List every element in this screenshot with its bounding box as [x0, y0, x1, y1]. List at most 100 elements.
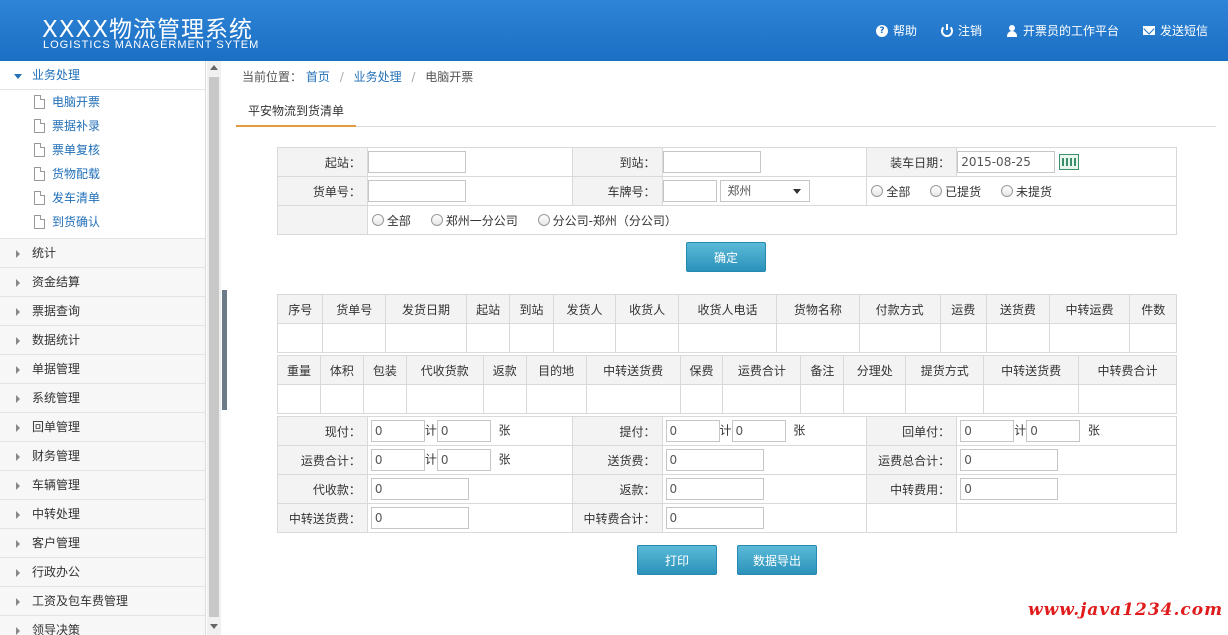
submenu-item[interactable]: 票据补录	[0, 114, 205, 138]
document-icon	[34, 143, 45, 157]
cash-pay-count-input[interactable]: 0	[436, 420, 491, 442]
company-all-radio[interactable]	[371, 214, 384, 226]
document-icon	[34, 119, 45, 133]
pickup-pay-count-input[interactable]: 0	[731, 420, 786, 442]
submenu-item[interactable]: 货物配载	[0, 162, 205, 186]
caret-right-icon	[16, 569, 20, 577]
submenu-item[interactable]: 电脑开票	[0, 90, 205, 114]
caret-right-icon	[16, 598, 20, 606]
print-button[interactable]: 打印	[637, 545, 717, 575]
confirm-button[interactable]: 确定	[686, 242, 766, 272]
cash-pay-amount-input[interactable]: 0	[370, 420, 425, 442]
menu-item[interactable]: 中转处理	[0, 500, 205, 529]
bill-no-input[interactable]	[367, 180, 466, 202]
menu-item[interactable]: 领导决策	[0, 616, 205, 635]
start-station-input[interactable]	[367, 151, 466, 173]
menu-item[interactable]: 资金结算	[0, 268, 205, 297]
panel-splitter[interactable]	[222, 290, 227, 410]
dest-station-input[interactable]	[662, 151, 761, 173]
receipt-pay-count-input[interactable]: 0	[1026, 420, 1081, 442]
submenu-item[interactable]: 票单复核	[0, 138, 205, 162]
pickup-pay-amount-input[interactable]: 0	[665, 420, 720, 442]
help-icon: ?	[875, 24, 888, 37]
document-icon	[34, 167, 45, 181]
waybill-table-1: 序号 货单号 发货日期 起站 到站 发货人 收货人 收货人电话 货物名称 付款方…	[276, 294, 1177, 353]
table-row	[277, 384, 1177, 414]
pickup-done-radio[interactable]	[930, 185, 943, 197]
scroll-down-icon[interactable]	[210, 624, 218, 629]
scroll-up-icon[interactable]	[210, 65, 218, 70]
filter-form: 起站： 到站： 装车日期： 2015-08-25 货单号： 车牌号： 郑州 全部…	[277, 147, 1178, 235]
plate-input[interactable]	[662, 180, 717, 202]
menu-item[interactable]: 客户管理	[0, 529, 205, 558]
workbench-link[interactable]: 开票员的工作平台	[1006, 22, 1119, 39]
menu-item[interactable]: 单据管理	[0, 355, 205, 384]
company-zz1-radio[interactable]	[430, 214, 443, 226]
help-link[interactable]: ? 帮助	[875, 22, 917, 39]
caret-right-icon	[16, 337, 20, 345]
caret-down-icon	[14, 74, 22, 79]
breadcrumb-current: 电脑开票	[425, 70, 474, 84]
freight-grand-total-input[interactable]: 0	[960, 449, 1059, 471]
watermark: www.java1234.com	[1028, 600, 1224, 620]
transfer-fee-total-input[interactable]: 0	[665, 507, 764, 529]
caret-right-icon	[16, 511, 20, 519]
menu-item[interactable]: 财务管理	[0, 442, 205, 471]
menu-item[interactable]: 行政办公	[0, 558, 205, 587]
send-sms-link[interactable]: 发送短信	[1142, 22, 1208, 39]
document-icon	[34, 215, 45, 229]
menu-item[interactable]: 车辆管理	[0, 471, 205, 500]
document-icon	[34, 191, 45, 205]
refund-input[interactable]: 0	[665, 478, 764, 500]
freight-total-amount-input[interactable]: 0	[370, 449, 425, 471]
plate-region-select[interactable]: 郑州	[720, 180, 811, 202]
mail-icon	[1142, 26, 1155, 35]
main-content: 当前位置： 首页 / 业务处理 / 电脑开票 平安物流到货清单 起站： 到站： …	[228, 61, 1228, 635]
breadcrumb-section[interactable]: 业务处理	[354, 70, 402, 84]
caret-right-icon	[16, 279, 20, 287]
receipt-pay-amount-input[interactable]: 0	[960, 420, 1015, 442]
app-subtitle: LOGISTICS MANAGERMENT SYTEM	[43, 39, 260, 51]
table-header-row: 重量 体积 包装 代收货款 返款 目的地 中转送货费 保费 运费合计 备注 分理…	[277, 355, 1177, 385]
menu-item[interactable]: 回单管理	[0, 413, 205, 442]
pickup-all-radio[interactable]	[871, 185, 884, 197]
submenu-item[interactable]: 到货确认	[0, 210, 205, 234]
calendar-icon[interactable]	[1059, 154, 1080, 170]
tab-arrival-list[interactable]: 平安物流到货清单	[236, 97, 357, 127]
top-header: XXXX物流管理系统 LOGISTICS MANAGERMENT SYTEM ?…	[0, 0, 1228, 61]
breadcrumb: 当前位置： 首页 / 业务处理 / 电脑开票	[242, 70, 474, 84]
caret-right-icon	[16, 424, 20, 432]
tab-bar: 平安物流到货清单	[236, 97, 1216, 127]
menu-item[interactable]: 数据统计	[0, 326, 205, 355]
caret-right-icon	[16, 395, 20, 403]
menu-item[interactable]: 票据查询	[0, 297, 205, 326]
sidebar-scrollbar[interactable]	[207, 61, 221, 635]
sidebar: 业务处理 电脑开票 票据补录 票单复核 货物配载 发车清单 到货确认 统计 资金…	[0, 61, 206, 635]
caret-right-icon	[16, 366, 20, 374]
submenu-item[interactable]: 发车清单	[0, 186, 205, 210]
logout-link[interactable]: 注销	[940, 22, 982, 39]
table-header-row: 序号 货单号 发货日期 起站 到站 发货人 收货人 收货人电话 货物名称 付款方…	[276, 294, 1177, 324]
freight-total-count-input[interactable]: 0	[436, 449, 491, 471]
transfer-delivery-fee-input[interactable]: 0	[370, 507, 469, 529]
scroll-thumb[interactable]	[209, 77, 219, 617]
load-date-input[interactable]: 2015-08-25	[957, 151, 1056, 173]
breadcrumb-home[interactable]: 首页	[306, 70, 330, 84]
transfer-fee-input[interactable]: 0	[960, 478, 1059, 500]
caret-right-icon	[16, 482, 20, 490]
company-branch-radio[interactable]	[537, 214, 550, 226]
fee-summary-form: 现付： 0计0 张 提付： 0计0 张 回单付： 0计0 张 运费合计： 0计0…	[277, 416, 1177, 533]
menu-item[interactable]: 工资及包车费管理	[0, 587, 205, 616]
top-nav: ? 帮助 注销 开票员的工作平台 发送短信	[875, 22, 1208, 39]
user-icon	[1006, 24, 1018, 37]
delivery-fee-input[interactable]: 0	[665, 449, 764, 471]
collection-amount-input[interactable]: 0	[370, 478, 469, 500]
caret-right-icon	[16, 250, 20, 258]
menu-item[interactable]: 系统管理	[0, 384, 205, 413]
pickup-pending-radio[interactable]	[1001, 185, 1013, 197]
document-icon	[34, 95, 45, 109]
menu-item[interactable]: 统计	[0, 239, 205, 268]
menu-business[interactable]: 业务处理	[0, 61, 205, 90]
waybill-table-2: 重量 体积 包装 代收货款 返款 目的地 中转送货费 保费 运费合计 备注 分理…	[277, 355, 1177, 414]
export-button[interactable]: 数据导出	[737, 545, 817, 575]
